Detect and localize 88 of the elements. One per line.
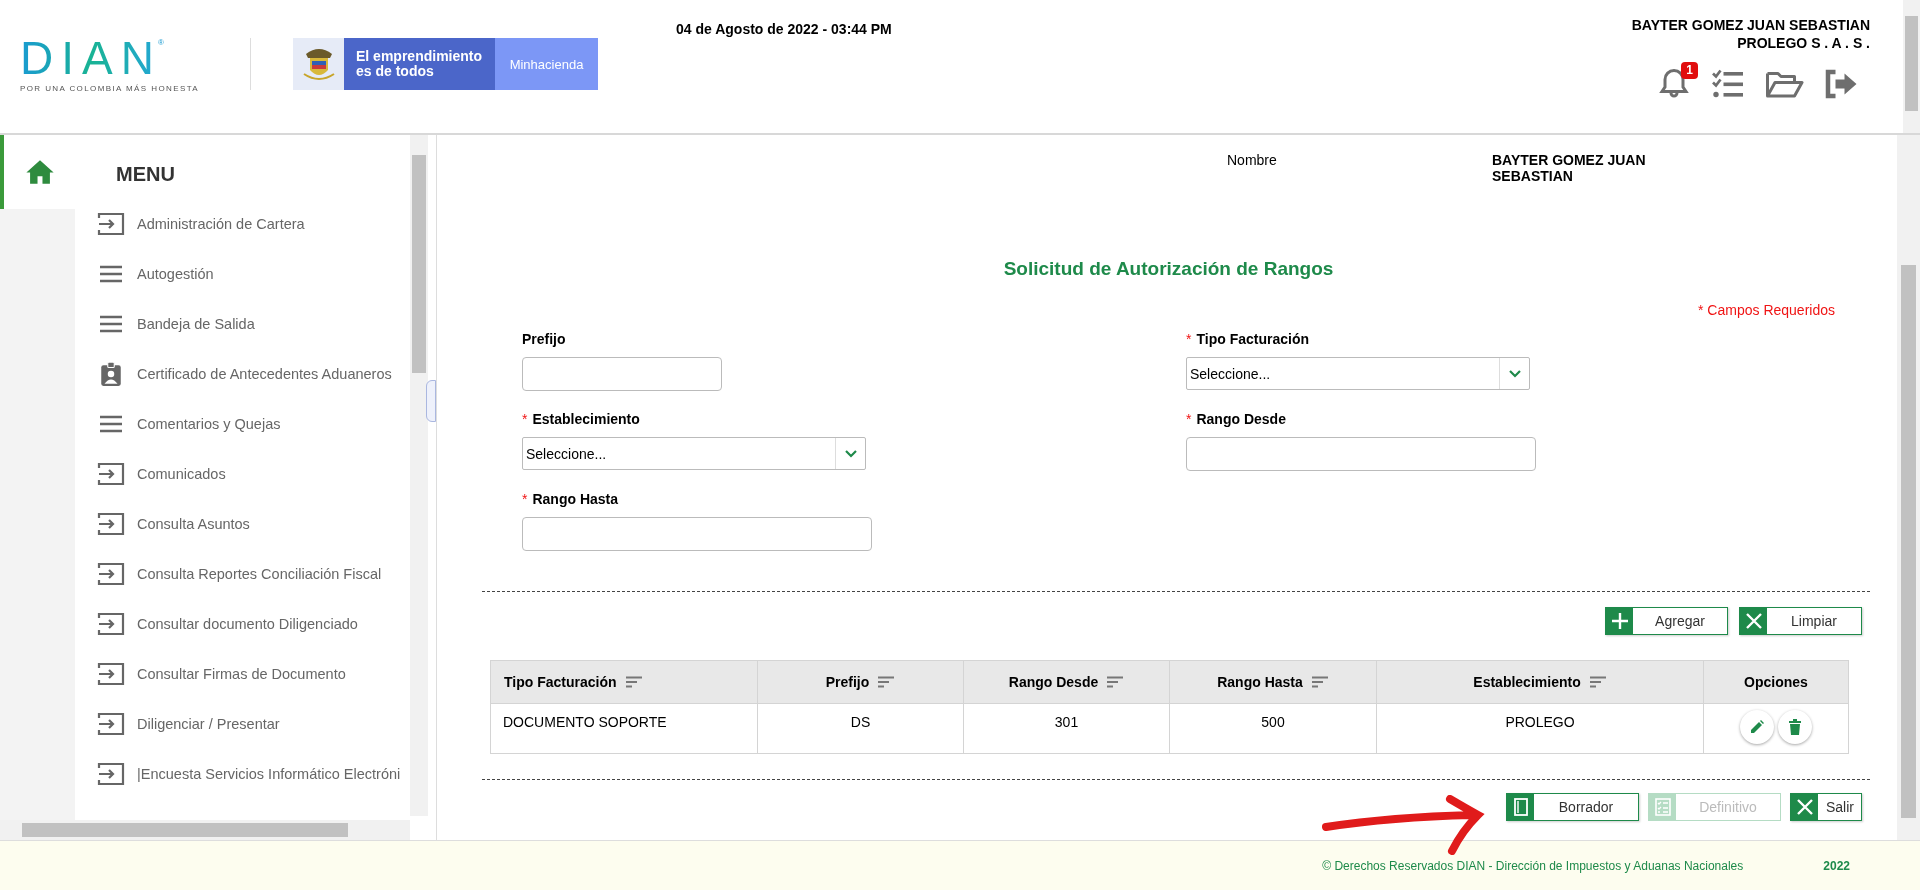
footer-year: 2022 bbox=[1823, 858, 1850, 873]
scrollbar[interactable] bbox=[410, 135, 428, 816]
action-button[interactable]: Limpiar bbox=[1739, 607, 1862, 635]
checklist-document-icon bbox=[1654, 798, 1671, 816]
menu-item[interactable]: Consulta Asuntos bbox=[97, 499, 408, 549]
required-fields-note: * Campos Requeridos bbox=[1698, 302, 1835, 318]
column-header[interactable]: Rango Desde bbox=[1008, 674, 1099, 690]
name-label: Nombre bbox=[1227, 152, 1278, 170]
notification-count-badge: 1 bbox=[1681, 62, 1698, 79]
banner-tagline: El emprendimiento es de todos bbox=[356, 49, 484, 79]
user-name: BAYTER GOMEZ JUAN SEBASTIAN bbox=[1631, 16, 1870, 34]
field-label: Establecimiento bbox=[532, 411, 640, 429]
enter-arrow-icon bbox=[97, 762, 125, 786]
menu-item[interactable]: Comunicados bbox=[97, 449, 408, 499]
required-mark: * bbox=[1186, 331, 1192, 349]
scrollbar[interactable] bbox=[1897, 135, 1920, 840]
coat-of-arms-icon bbox=[293, 38, 344, 90]
menu-item[interactable]: Bandeja de Salida bbox=[97, 299, 408, 349]
menu-item[interactable]: Comentarios y Quejas bbox=[97, 399, 408, 449]
plus-icon bbox=[1610, 612, 1629, 630]
ministry-name: Minhacienda bbox=[509, 56, 584, 72]
chevron-down-icon bbox=[843, 448, 858, 459]
sort-icon[interactable] bbox=[624, 676, 643, 688]
chevron-down-icon bbox=[1507, 368, 1522, 379]
menu-title: MENU bbox=[116, 163, 176, 186]
pencil-icon bbox=[1749, 719, 1765, 735]
menu-item[interactable]: Consultar documento Diligenciado bbox=[97, 599, 408, 649]
table-cell: DS bbox=[850, 714, 871, 730]
menu-item[interactable]: Diligenciar / Presentar bbox=[97, 699, 408, 749]
trash-icon bbox=[1788, 719, 1802, 735]
close-icon bbox=[1744, 612, 1763, 630]
copyright-text: © Derechos Reservados DIAN - Dirección de Impuestos y Aduanas Nacionales bbox=[1322, 858, 1744, 873]
select-field[interactable]: Seleccione... bbox=[522, 437, 866, 470]
enter-arrow-icon bbox=[97, 662, 125, 686]
menu-lines-icon bbox=[97, 415, 125, 433]
table-cell: 301 bbox=[1054, 714, 1079, 730]
delete-button[interactable] bbox=[1778, 710, 1812, 744]
menu-lines-icon bbox=[97, 265, 125, 283]
required-mark: * bbox=[1186, 411, 1192, 429]
edit-button[interactable] bbox=[1740, 710, 1774, 744]
enter-arrow-icon bbox=[97, 712, 125, 736]
required-mark: * bbox=[522, 491, 528, 509]
action-button[interactable]: Agregar bbox=[1605, 607, 1728, 635]
sort-icon[interactable] bbox=[877, 676, 896, 688]
field-label: Tipo Facturación bbox=[1196, 331, 1309, 349]
home-icon[interactable] bbox=[24, 159, 55, 185]
menu-lines-icon bbox=[97, 315, 125, 333]
input-field[interactable] bbox=[1186, 437, 1536, 471]
column-header[interactable]: Opciones bbox=[1744, 674, 1808, 690]
enter-arrow-icon bbox=[97, 212, 125, 236]
enter-arrow-icon bbox=[97, 512, 125, 536]
input-field[interactable] bbox=[522, 357, 722, 391]
select-field[interactable]: Seleccione... bbox=[1186, 357, 1530, 390]
input-field[interactable] bbox=[522, 517, 872, 551]
table-cell: 500 bbox=[1261, 714, 1285, 730]
form-title: Solicitud de Autorización de Rangos bbox=[1002, 258, 1335, 280]
company-name: PROLEGO S . A . S . bbox=[1737, 34, 1870, 52]
column-header[interactable]: Rango Hasta bbox=[1217, 674, 1303, 690]
menu-item[interactable]: Autogestión bbox=[97, 249, 408, 299]
logo-slogan: POR UNA COLOMBIA MÁS HONESTA bbox=[20, 84, 201, 93]
date-time: 04 de Agosto de 2022 - 03:44 PM bbox=[676, 21, 892, 37]
field-label: Rango Desde bbox=[1196, 411, 1286, 429]
menu-item[interactable]: Certificado de Antecedentes Aduaneros bbox=[97, 349, 408, 399]
enter-arrow-icon bbox=[97, 562, 125, 586]
menu-item[interactable]: Consultar Firmas de Documento bbox=[97, 649, 408, 699]
enter-arrow-icon bbox=[97, 612, 125, 636]
scrollbar[interactable] bbox=[1903, 0, 1920, 133]
document-icon bbox=[1513, 798, 1528, 816]
close-icon bbox=[1795, 798, 1814, 816]
enter-arrow-icon bbox=[97, 462, 125, 486]
sort-icon[interactable] bbox=[1310, 676, 1329, 688]
form-button[interactable]: Salir bbox=[1790, 793, 1862, 821]
menu-item[interactable]: |Encuesta Servicios Informático Electróni bbox=[97, 749, 408, 799]
table-cell: PROLEGO bbox=[1505, 714, 1575, 730]
required-mark: * bbox=[522, 411, 528, 429]
column-header[interactable]: Prefijo bbox=[825, 674, 870, 690]
field-label: Rango Hasta bbox=[532, 491, 619, 509]
name-value: BAYTER GOMEZ JUAN SEBASTIAN bbox=[1492, 152, 1647, 184]
collapse-handle[interactable] bbox=[426, 380, 436, 422]
form-button[interactable]: Borrador bbox=[1506, 793, 1639, 821]
table-cell: DOCUMENTO SOPORTE bbox=[503, 714, 667, 730]
sort-icon[interactable] bbox=[1588, 676, 1607, 688]
menu-item[interactable]: Consulta Reportes Conciliación Fiscal bbox=[97, 549, 408, 599]
column-header[interactable]: Establecimiento bbox=[1473, 674, 1581, 690]
sort-icon[interactable] bbox=[1106, 676, 1125, 688]
field-label: Prefijo bbox=[522, 331, 566, 349]
menu-item[interactable]: Administración de Cartera bbox=[97, 199, 408, 249]
column-header[interactable]: Tipo Facturación bbox=[504, 674, 617, 690]
